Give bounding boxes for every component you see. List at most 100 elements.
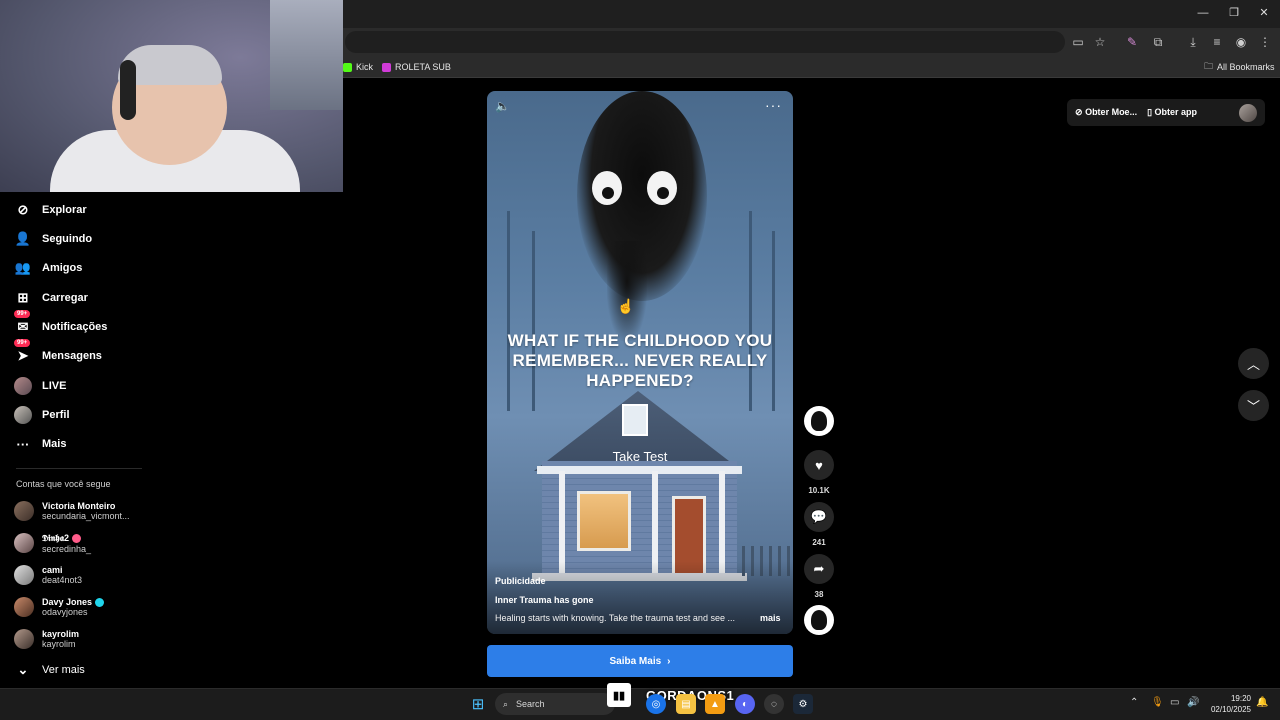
folder-icon: 🗀 [1204,61,1214,71]
bookmark-roleta-sub[interactable]: ROLETA SUB [382,59,451,75]
sidebar-item-seguindo[interactable]: 👤 Seguindo [14,227,92,251]
obs-icon[interactable]: ◌ [764,694,784,714]
discord-icon[interactable]: ◐ [735,694,755,714]
share-count: 38 [814,590,824,599]
bookmark-label: ROLETA SUB [395,62,451,72]
account-name: kayrolim [42,629,80,639]
get-app-button[interactable]: ▯ Obter app [1147,107,1197,118]
sidebar-item-amigos[interactable]: 👥 Amigos [14,256,82,280]
sound-icon[interactable]: 🔈 [495,99,510,113]
video-player[interactable]: WHAT IF THE CHILDHOOD YOU REMEMBER... NE… [487,91,793,634]
lips-emoji-icon [72,533,82,543]
cast-icon[interactable]: ▭ [1069,33,1087,51]
sidebar-item-label: Notificações [42,321,108,333]
share-icon: ➦ [813,561,825,576]
microphone-icon[interactable]: 🎙 [1151,697,1164,708]
taskbar-search[interactable]: ⌕ Search [495,693,615,715]
followed-account[interactable]: kayrolim kayrolim [14,625,79,653]
close-button[interactable]: ✕ [1254,5,1274,21]
network-icon[interactable]: ▭ [1170,697,1179,708]
webcam-overlay [0,0,343,192]
sidebar-item-mensagens[interactable]: ➤ 99+ Mensagens [14,339,102,368]
browser-menu-icon[interactable]: ⋮ [1256,33,1274,51]
account-name: 𝕯𝖎𝖓𝖍𝖆2 [42,532,70,543]
sidebar-item-perfil[interactable]: Perfil [14,403,70,427]
sidebar-item-live[interactable]: LIVE [14,374,66,398]
download-icon[interactable]: ⤓ [1184,33,1202,51]
monster-eye [592,171,622,205]
app-icon[interactable]: ▲ [705,694,725,714]
bookmark-kick[interactable]: Kick [343,59,373,75]
all-bookmarks-label: All Bookmarks [1217,62,1275,72]
extensions-icon[interactable]: ⧉ [1149,33,1167,51]
profile-icon[interactable]: ◉ [1232,33,1250,51]
more-icon: ··· [16,436,30,452]
avatar [14,501,34,521]
music-disc[interactable] [804,605,834,635]
sidebar-item-label: Carregar [42,292,88,304]
clock-time: 19:20 [1230,694,1251,703]
taskbar-clock[interactable]: 19:20 02/10/2025 [1205,693,1251,715]
windows-start-icon[interactable]: ⊞ [468,694,488,714]
monster-eye [647,171,677,205]
chrome-icon[interactable]: ◎ [646,694,666,714]
sidebar-item-label: Mensagens [42,350,102,362]
sidebar-item-label: Explorar [42,204,87,216]
sidebar-item-carregar[interactable]: ⊞ Carregar [14,286,88,310]
notification-center-icon[interactable]: 🔔 [1256,697,1268,708]
chevron-down-icon: ⌄ [17,662,29,677]
sidebar-divider [16,468,142,469]
chevron-up-icon: ︿ [1246,357,1260,372]
profile-avatar [14,406,32,424]
notifications-icon: ✉ 99+ [14,310,32,336]
previous-video-button[interactable]: ︿ [1238,348,1269,379]
maximize-button[interactable]: ❐ [1224,5,1244,21]
ad-title[interactable]: Inner Trauma has gone [495,595,594,605]
sidebar-item-mais[interactable]: ··· Mais [14,432,67,456]
kick-icon [343,62,352,72]
see-more-button[interactable]: ⌄ Ver mais [14,658,85,682]
comment-button[interactable]: 💬 [804,502,834,532]
account-handle: deat4not3 [42,575,83,585]
address-bar[interactable] [345,31,1065,53]
video-menu-icon[interactable]: ··· [765,97,782,113]
like-button[interactable]: ♥ [804,450,834,480]
heart-icon: ♥ [815,457,823,473]
sidebar-item-explorar[interactable]: ⊘ Explorar [14,198,87,222]
followed-account[interactable]: Victoria Monteiro secundaria_vicmont... [14,497,130,525]
chevron-right-icon: › [667,655,671,667]
house-lit-window [577,491,631,551]
file-explorer-icon[interactable]: ▤ [676,694,696,714]
creator-avatar[interactable] [804,406,834,436]
all-bookmarks[interactable]: 🗀 All Bookmarks [1204,59,1275,75]
get-app-label: Obter app [1154,107,1198,117]
sidebar-item-label: Mais [42,438,67,450]
extension-pen-icon[interactable]: ✎ [1123,33,1141,51]
take-test-text: Take Test [612,449,668,464]
compass-icon: ⊘ [17,202,29,217]
media-queue-icon[interactable]: ≡ [1208,33,1226,51]
steam-icon[interactable]: ⚙ [793,694,813,714]
followed-accounts-title: Contas que você segue [16,479,111,489]
followed-account[interactable]: cami deat4not3 [14,561,82,589]
streamer-logo: ▮▮ [607,683,631,707]
bookmark-star-icon[interactable]: ☆ [1091,33,1109,51]
followed-account[interactable]: Davy Jones odavyjones [14,593,105,621]
tray-chevron-icon[interactable]: ⌃ [1130,697,1138,708]
followed-account[interactable]: 𝕯𝖎𝖓𝖍𝖆2 secredinha_ [14,529,91,557]
volume-icon[interactable]: 🔊 [1187,697,1199,708]
minimize-button[interactable]: — [1193,5,1213,21]
friends-icon: 👥 [14,260,32,275]
comment-icon: 💬 [810,509,828,524]
next-video-button[interactable]: ﹀ [1238,390,1269,421]
account-name: Victoria Monteiro [42,501,116,511]
share-button[interactable]: ➦ [804,554,834,584]
sidebar-item-notificacoes[interactable]: ✉ 99+ Notificações [14,310,108,339]
learn-more-button[interactable]: Saiba Mais › [487,645,793,677]
more-link[interactable]: mais [760,613,781,623]
account-handle: odavyjones [42,607,88,617]
account-name-row: Davy Jones [42,597,105,607]
hand-cursor-icon: ☝ [617,298,635,314]
user-avatar[interactable] [1239,103,1257,122]
get-coins-button[interactable]: ⊘ Obter Moe... [1075,107,1137,118]
